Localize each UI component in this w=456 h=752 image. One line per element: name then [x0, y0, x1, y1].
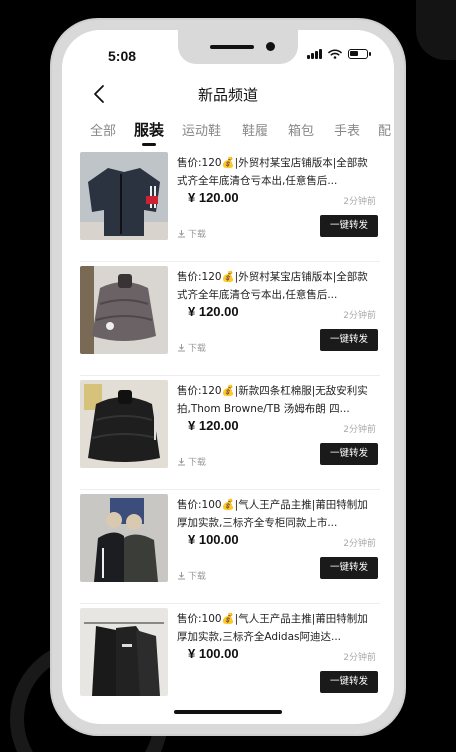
status-icons [307, 49, 371, 59]
download-label: 下载 [188, 344, 207, 354]
list-item[interactable]: 售价:120💰|外贸村某宝店铺版本|全部款式齐全年底清仓亏本出,任意售后... … [80, 152, 380, 252]
product-price: ¥ 100.00 [188, 646, 239, 661]
tab-accessories[interactable]: 配 [378, 120, 391, 139]
download-button[interactable]: 下载 [177, 341, 206, 354]
product-price: ¥ 120.00 [188, 304, 239, 319]
front-camera [266, 42, 275, 51]
tab-all[interactable]: 全部 [90, 120, 116, 139]
product-image[interactable] [80, 608, 168, 696]
list-item[interactable]: 售价:120💰|新款四条杠棉服|无敌安利实拍,Thom Browne/TB 汤姆… [80, 380, 380, 480]
download-icon [178, 572, 185, 580]
notch [178, 30, 298, 64]
product-title: 售价:120💰|新款四条杠棉服|无敌安利实拍,Thom Browne/TB 汤姆… [177, 385, 368, 415]
download-icon [178, 458, 185, 466]
post-time: 2分钟前 [343, 539, 376, 549]
product-price: ¥ 120.00 [188, 418, 239, 433]
status-time: 5:08 [108, 48, 137, 64]
product-image[interactable] [80, 152, 168, 240]
product-title: 售价:100💰|气人王产品主推|莆田特制加厚加实款,三标齐全Adidas阿迪达.… [177, 613, 368, 643]
list-item[interactable]: 售价:120💰|外贸村某宝店铺版本|全部款式齐全年底清仓亏本出,任意售后... … [80, 266, 380, 366]
stage-background: 5:08 新品频道 全部 服装 运动鞋 鞋履 箱包 手表 配 售价:120💰|外… [0, 0, 456, 752]
page-title: 新品频道 [197, 86, 258, 104]
tab-clothing[interactable]: 服装 [134, 120, 164, 146]
product-title: 售价:120💰|外贸村某宝店铺版本|全部款式齐全年底清仓亏本出,任意售后... [177, 157, 368, 187]
download-label: 下载 [188, 572, 207, 582]
share-button[interactable]: 一键转发 [320, 443, 378, 465]
product-price: ¥ 120.00 [188, 190, 239, 205]
status-bar: 5:08 [62, 30, 394, 70]
product-title: 售价:120💰|外贸村某宝店铺版本|全部款式齐全年底清仓亏本出,任意售后... [177, 271, 368, 301]
post-time: 2分钟前 [343, 653, 376, 663]
download-icon [178, 344, 185, 352]
tab-shoes[interactable]: 鞋履 [242, 120, 268, 139]
tab-sneakers[interactable]: 运动鞋 [182, 120, 221, 139]
phone-frame: 5:08 新品频道 全部 服装 运动鞋 鞋履 箱包 手表 配 售价:120💰|外… [52, 20, 404, 734]
divider [80, 489, 380, 490]
home-indicator [174, 710, 282, 714]
download-button[interactable]: 下载 [177, 455, 206, 468]
divider [80, 603, 380, 604]
list-item[interactable]: 售价:100💰|气人王产品主推|莆田特制加厚加实款,三标齐全Adidas阿迪达.… [80, 608, 380, 708]
category-tabs: 全部 服装 运动鞋 鞋履 箱包 手表 配 [62, 120, 394, 150]
download-button[interactable]: 下载 [177, 227, 206, 240]
wifi-icon [328, 49, 342, 59]
list-item[interactable]: 售价:100💰|气人王产品主推|莆田特制加厚加实款,三标齐全专柜同款上市... … [80, 494, 380, 594]
product-title: 售价:100💰|气人王产品主推|莆田特制加厚加实款,三标齐全专柜同款上市... [177, 499, 368, 529]
download-label: 下载 [188, 458, 207, 468]
battery-icon [348, 49, 371, 59]
app-screen: 5:08 新品频道 全部 服装 运动鞋 鞋履 箱包 手表 配 售价:120💰|外… [62, 30, 394, 724]
share-button[interactable]: 一键转发 [320, 329, 378, 351]
product-image[interactable] [80, 380, 168, 468]
download-button[interactable]: 下载 [177, 569, 206, 582]
tab-bags[interactable]: 箱包 [288, 120, 314, 139]
share-button[interactable]: 一键转发 [320, 557, 378, 579]
tab-watches[interactable]: 手表 [334, 120, 360, 139]
post-time: 2分钟前 [343, 197, 376, 207]
post-time: 2分钟前 [343, 311, 376, 321]
share-button[interactable]: 一键转发 [320, 215, 378, 237]
divider [80, 375, 380, 376]
post-time: 2分钟前 [343, 425, 376, 435]
share-button[interactable]: 一键转发 [320, 671, 378, 693]
speaker [210, 45, 254, 49]
signal-icon [307, 49, 322, 59]
product-image[interactable] [80, 266, 168, 354]
download-icon [178, 230, 185, 238]
divider [80, 261, 380, 262]
nav-bar: 新品频道 [62, 80, 394, 112]
product-price: ¥ 100.00 [188, 532, 239, 547]
product-image[interactable] [80, 494, 168, 582]
download-label: 下载 [188, 230, 207, 240]
